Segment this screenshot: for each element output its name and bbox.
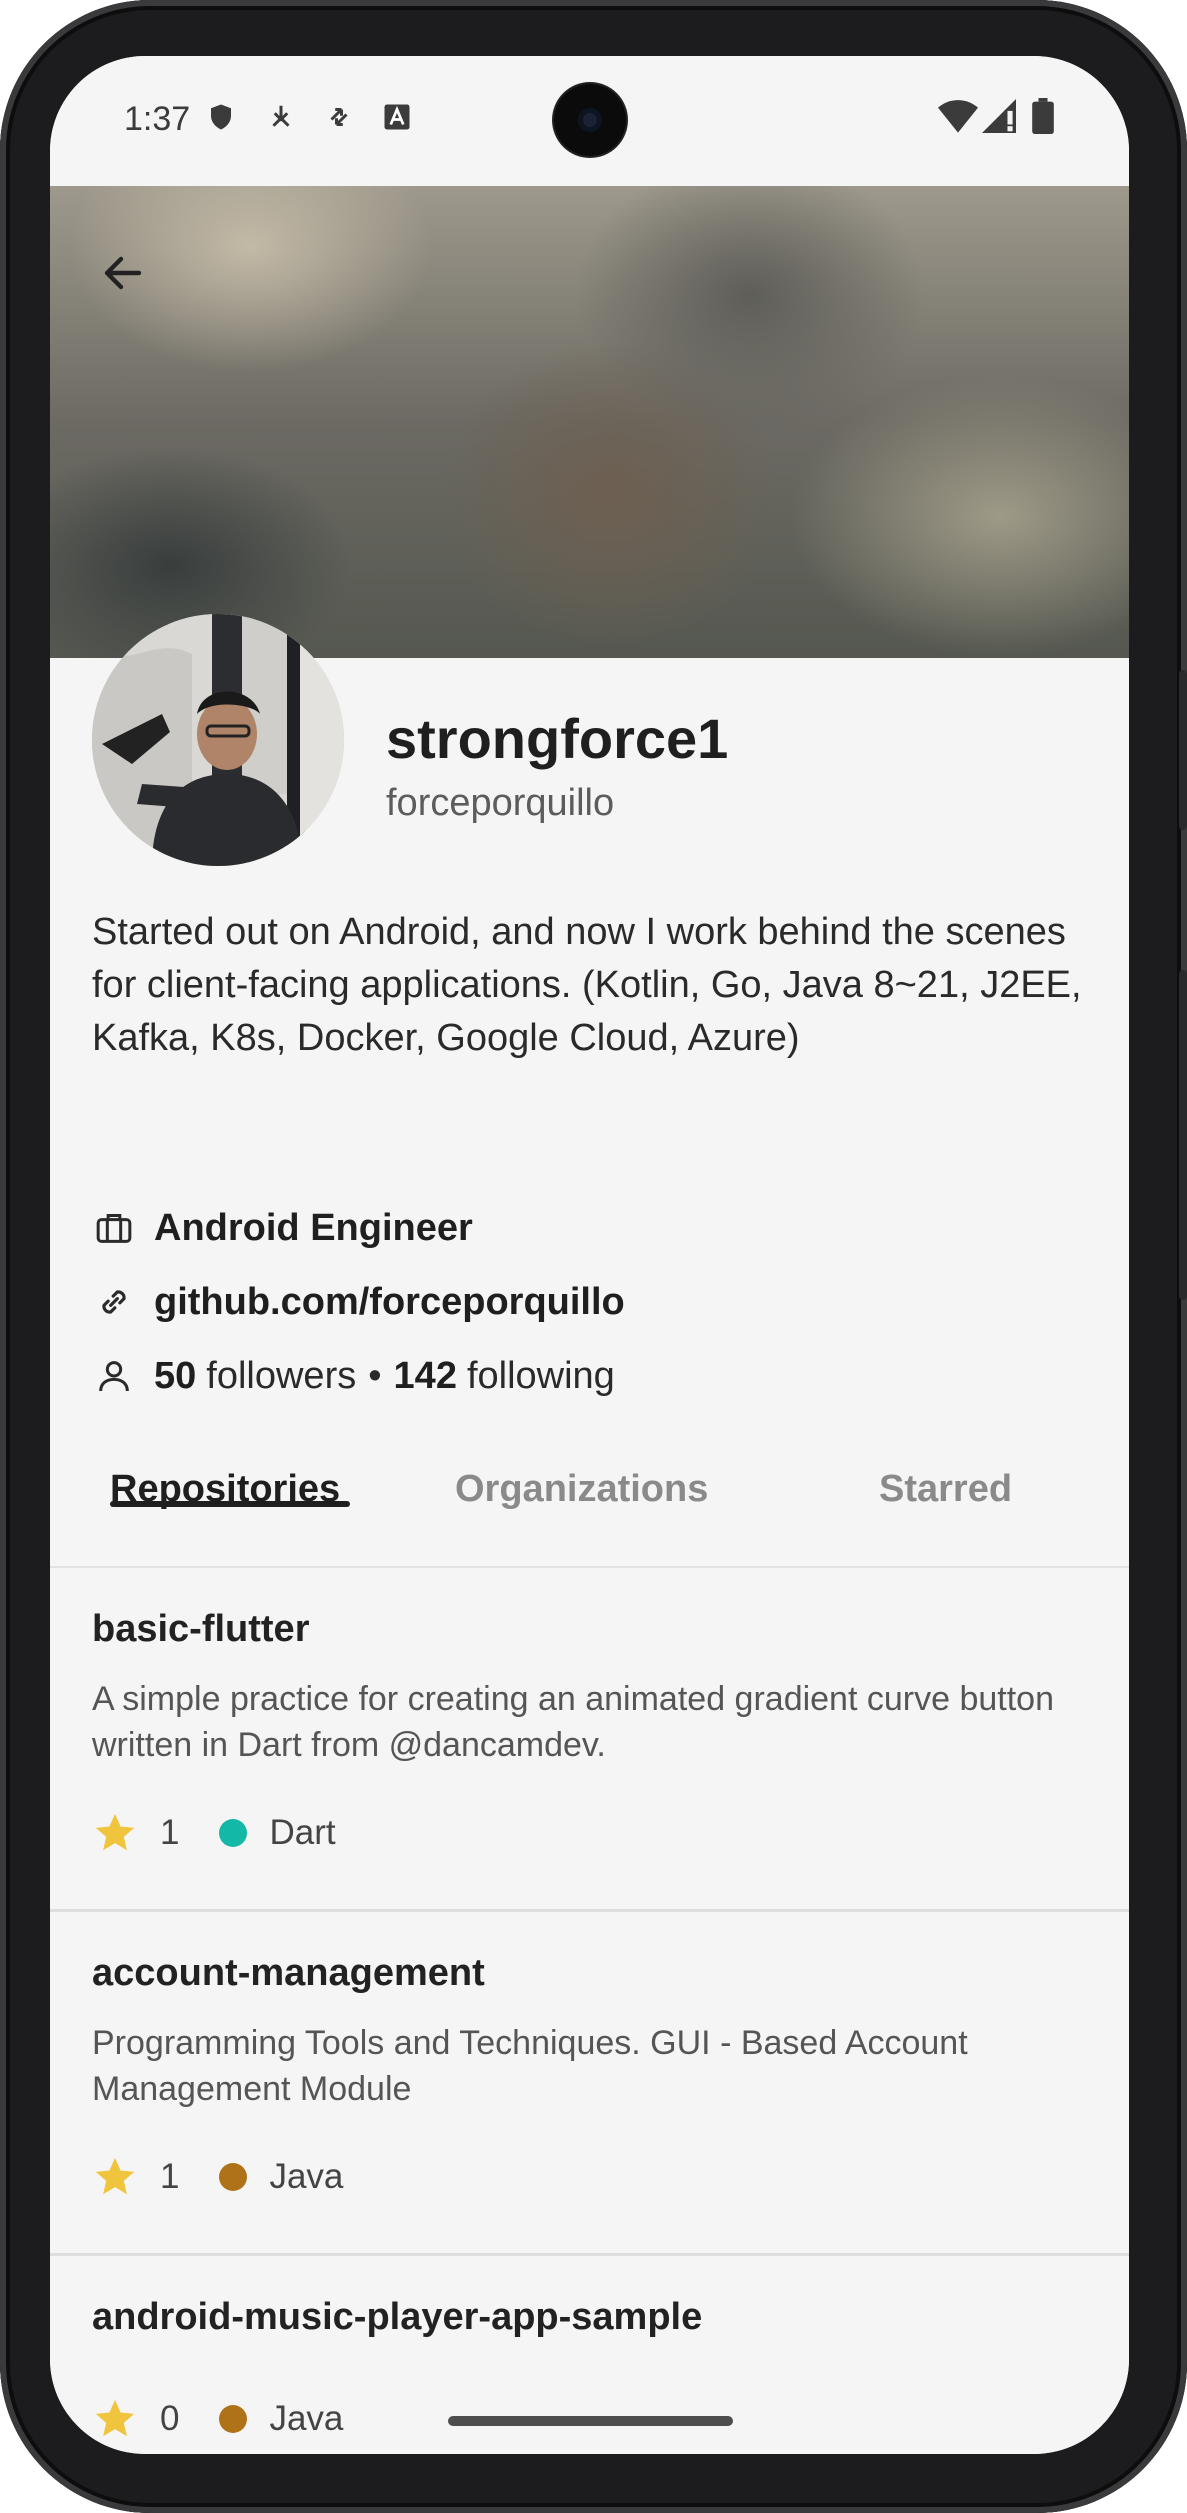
home-indicator[interactable]: [448, 2416, 733, 2426]
stats-separator: •: [368, 1354, 382, 1397]
star-count: 1: [160, 1813, 180, 1852]
language-color-dot: [219, 1819, 248, 1847]
star-icon: [95, 2157, 135, 2195]
battery-icon: [1032, 98, 1054, 134]
star-count: 1: [160, 2157, 180, 2196]
following-count[interactable]: 142: [394, 1355, 457, 1398]
followers-count[interactable]: 50: [154, 1355, 196, 1398]
sync-icon: [324, 102, 354, 132]
job-title: Android Engineer: [154, 1206, 473, 1249]
profile-link[interactable]: github.com/forceporquillo: [154, 1281, 625, 1324]
profile-banner: [50, 186, 1129, 658]
repo-stats: 0 Java: [92, 2396, 343, 2442]
repo-stats: 1 Dart: [92, 1810, 336, 1856]
repo-description: Programming Tools and Techniques. GUI - …: [92, 2024, 968, 2108]
repo-language: Java: [269, 2399, 344, 2438]
profile-bio: Started out on Android, and now I work b…: [92, 911, 1082, 1059]
status-bar: 1:37: [50, 56, 1129, 186]
status-time: 1:37: [124, 100, 191, 138]
signal-icon: [982, 98, 1016, 134]
wifi-icon: [938, 98, 978, 134]
briefcase-icon: [92, 1206, 136, 1250]
language-color-dot: [219, 2405, 248, 2433]
active-tab-indicator: [110, 1501, 350, 1507]
star-count: 0: [160, 2399, 180, 2438]
screen: 1:37 strongforce1 forceporquillo Started…: [50, 56, 1129, 2454]
profile-name: strongforce1: [386, 707, 729, 770]
link-icon: [92, 1280, 136, 1324]
front-camera: [554, 84, 626, 156]
person-icon: [92, 1354, 136, 1398]
font-icon: [382, 102, 412, 132]
repo-name[interactable]: android-music-player-app-sample: [92, 2296, 702, 2339]
tab-organizations[interactable]: Organizations: [455, 1468, 708, 1511]
repo-language: Dart: [269, 1813, 336, 1852]
power-button: [1179, 670, 1187, 830]
star-icon: [95, 1813, 135, 1851]
avatar: [92, 614, 344, 866]
shield-icon: [206, 102, 236, 132]
repo-item[interactable]: account-management Programming Tools and…: [50, 1912, 1129, 2256]
job-row: Android Engineer: [92, 1206, 473, 1250]
followers-row: 50 followers • 142 following: [92, 1354, 615, 1398]
repo-item[interactable]: basic-flutter A simple practice for crea…: [50, 1568, 1129, 1912]
star-icon: [95, 2399, 135, 2437]
tab-starred[interactable]: Starred: [879, 1468, 1012, 1511]
repo-description: A simple practice for creating an animat…: [92, 1680, 1054, 1764]
repo-stats: 1 Java: [92, 2154, 343, 2200]
followers-label[interactable]: followers: [206, 1355, 356, 1398]
profile-tabs: Repositories Organizations Starred: [50, 1416, 1129, 1568]
download-icon: [266, 102, 296, 132]
repo-language: Java: [269, 2157, 344, 2196]
profile-login: forceporquillo: [386, 782, 615, 824]
back-button[interactable]: [88, 238, 158, 308]
following-label[interactable]: following: [467, 1355, 615, 1398]
arrow-left-icon: [104, 256, 142, 290]
language-color-dot: [219, 2163, 248, 2191]
volume-button: [1179, 970, 1187, 1300]
link-row[interactable]: github.com/forceporquillo: [92, 1280, 625, 1324]
repo-name[interactable]: account-management: [92, 1952, 485, 1995]
repo-name[interactable]: basic-flutter: [92, 1608, 309, 1651]
